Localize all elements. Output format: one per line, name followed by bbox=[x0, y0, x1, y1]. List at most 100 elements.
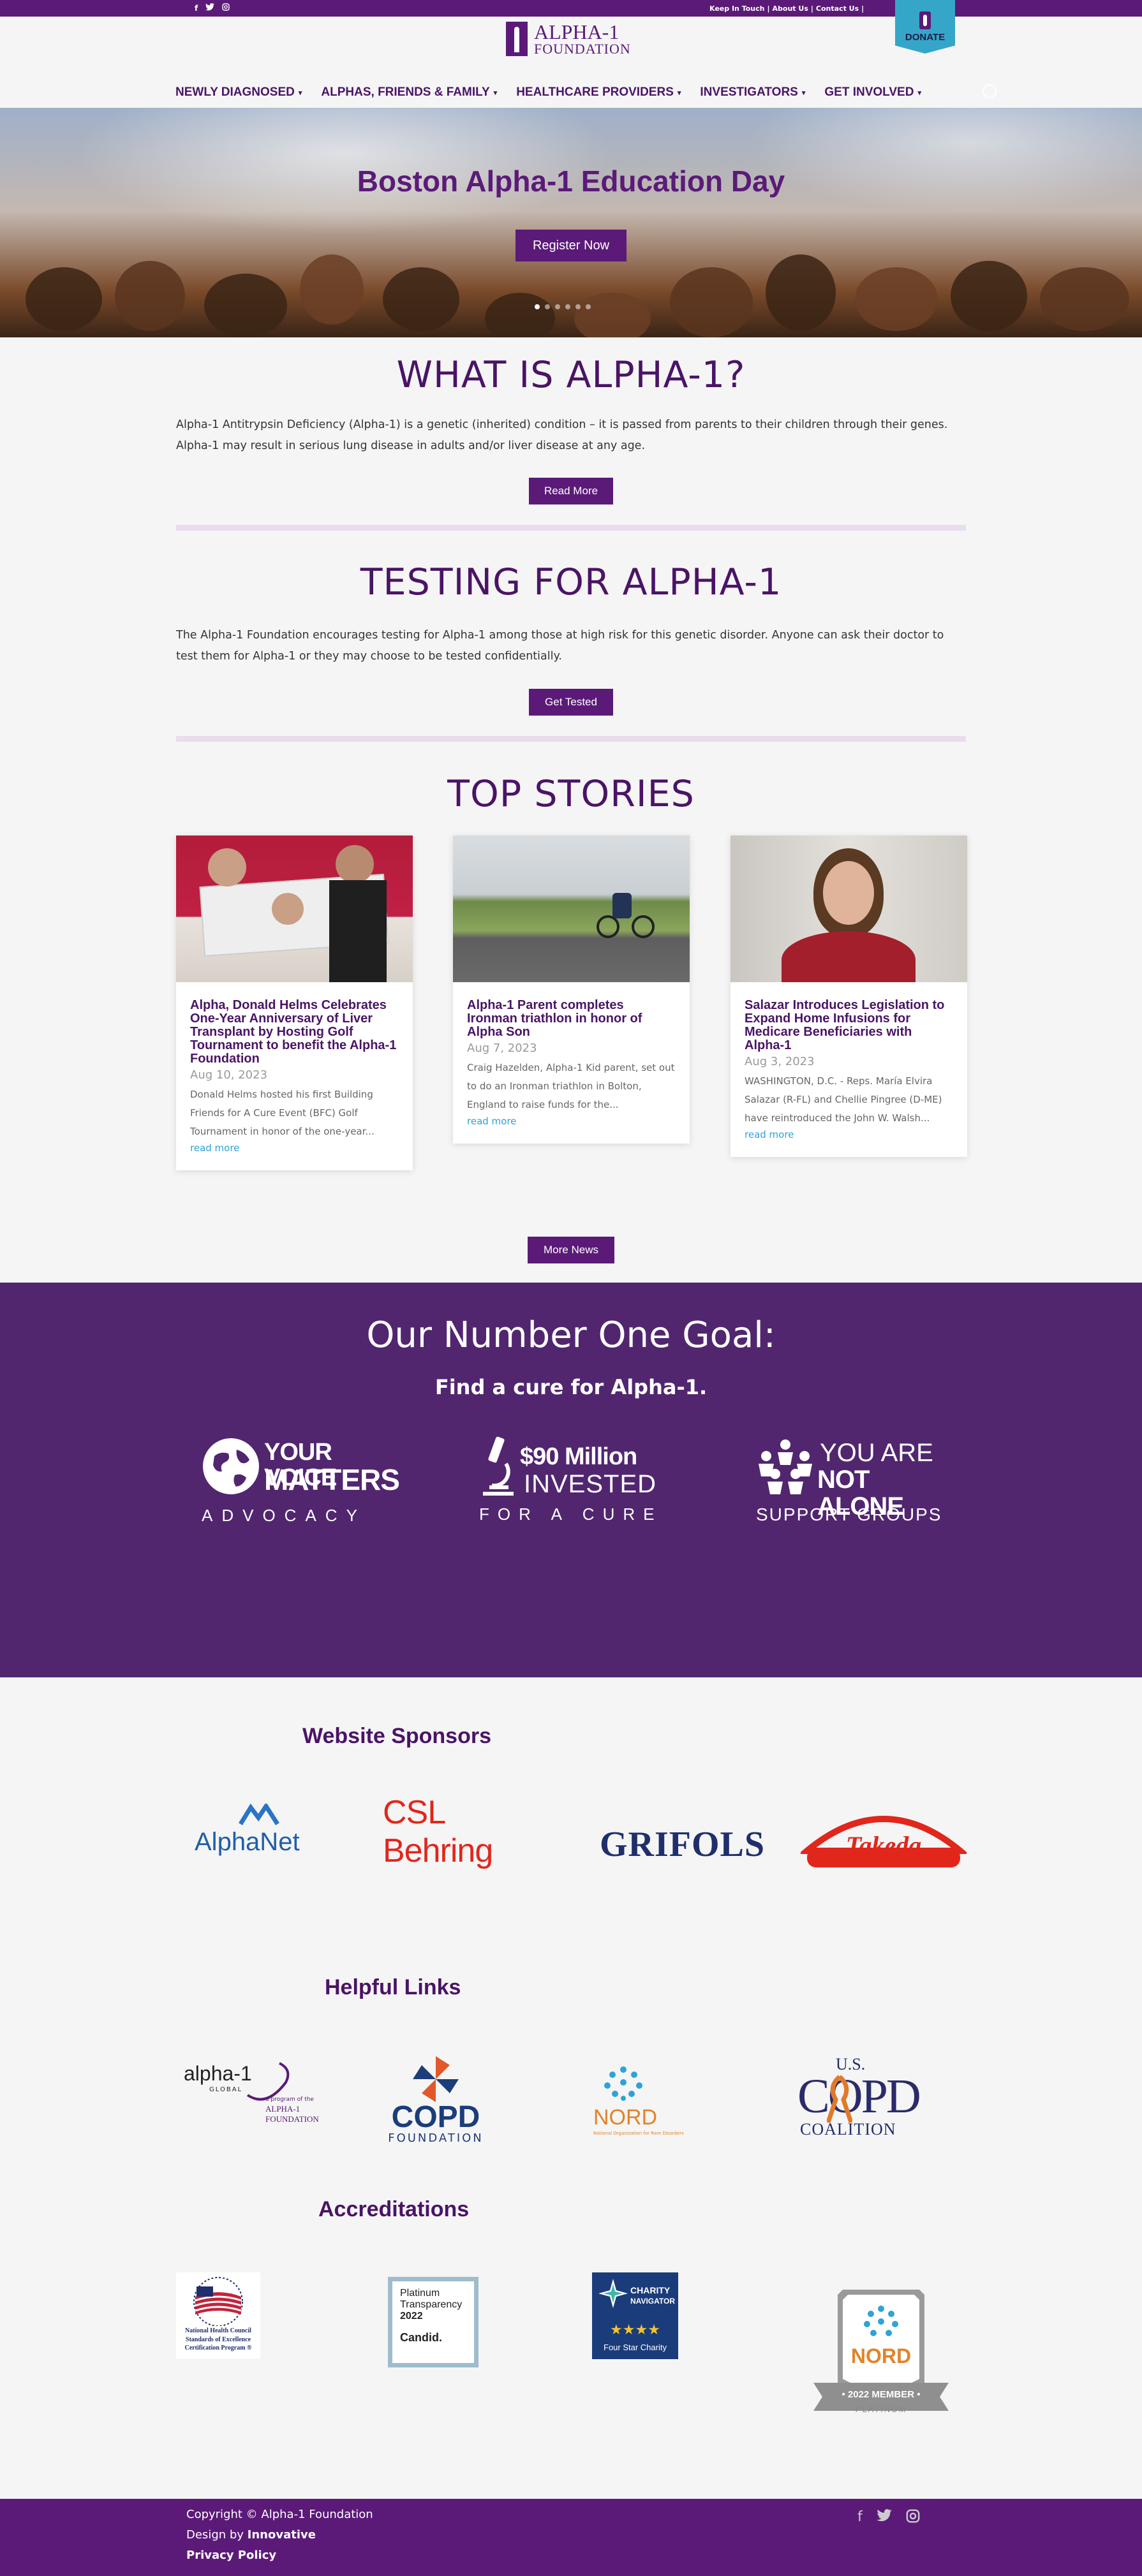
twitter-icon[interactable] bbox=[205, 3, 215, 13]
separator: | bbox=[861, 4, 864, 13]
globe-icon bbox=[203, 1438, 259, 1494]
donate-ribbon-icon bbox=[919, 11, 931, 29]
us-copd-sub: COALITION bbox=[800, 2120, 896, 2138]
advocacy-link[interactable]: YOUR VOICE MATTERS ADVOCACY bbox=[202, 1436, 400, 1531]
nav-alphas-friends-family[interactable]: ALPHAS, FRIENDS & FAMILY ▾ bbox=[321, 85, 497, 99]
support-line1: YOU ARE bbox=[820, 1439, 933, 1467]
charity-line4: Four Star Charity bbox=[604, 2343, 667, 2352]
get-tested-button[interactable]: Get Tested bbox=[529, 689, 613, 716]
alphanet-mark-icon bbox=[239, 1804, 279, 1825]
privacy-policy-link[interactable]: Privacy Policy bbox=[186, 2549, 276, 2562]
read-more-link[interactable]: read more bbox=[190, 1142, 399, 1154]
hero-slider: Boston Alpha-1 Education Day Register No… bbox=[0, 108, 1142, 337]
search-icon[interactable] bbox=[983, 84, 997, 98]
candid-line4: Candid. bbox=[400, 2331, 442, 2344]
nav-get-involved[interactable]: GET INVOLVED ▾ bbox=[824, 85, 921, 99]
story-card[interactable]: Alpha, Donald Helms Celebrates One-Year … bbox=[176, 835, 413, 1170]
register-now-button[interactable]: Register Now bbox=[515, 230, 627, 261]
candid-seal[interactable]: Platinum Transparency 2022 Candid. bbox=[388, 2277, 478, 2367]
goal-subtitle: Find a cure for Alpha-1. bbox=[434, 1375, 708, 1399]
separator: | bbox=[767, 4, 770, 13]
nhc-seal[interactable]: National Health Council Standards of Exc… bbox=[176, 2272, 260, 2359]
nav-healthcare-providers[interactable]: HEALTHCARE PROVIDERS ▾ bbox=[516, 85, 681, 99]
twitter-icon[interactable] bbox=[877, 2509, 892, 2527]
contact-us-link[interactable]: Contact Us bbox=[816, 4, 859, 13]
nhc-line3: Certification Program ® bbox=[184, 2344, 252, 2352]
nav-investigators[interactable]: INVESTIGATORS ▾ bbox=[700, 85, 805, 99]
nord-logo[interactable]: NORD National Organization for Rare Diso… bbox=[593, 2063, 715, 2140]
story-date: Aug 10, 2023 bbox=[190, 1068, 268, 1082]
more-news-button[interactable]: More News bbox=[528, 1237, 614, 1263]
slider-dot[interactable] bbox=[545, 304, 550, 309]
story-title[interactable]: Salazar Introduces Legislation to Expand… bbox=[745, 999, 953, 1052]
csl-behring-logo[interactable]: CSL Behring bbox=[383, 1793, 555, 1869]
support-groups-link[interactable]: YOU ARE NOT ALONE SUPPORT GROUPS bbox=[756, 1436, 947, 1531]
site-header: ALPHA-1 FOUNDATION NEWLY DIAGNOSED ▾ ALPH… bbox=[0, 17, 1142, 108]
facebook-icon[interactable]: f bbox=[857, 2509, 863, 2527]
nhc-line1: National Health Council bbox=[185, 2327, 251, 2334]
testing-text: The Alpha-1 Foundation encourages testin… bbox=[176, 629, 944, 663]
invested-link[interactable]: $90 Million INVESTED FOR A CURE bbox=[478, 1436, 669, 1531]
top-links: Keep In Touch | About Us | Contact Us | bbox=[709, 4, 864, 13]
top-bar: f Keep In Touch | About Us | Contact Us … bbox=[0, 0, 1142, 17]
instagram-icon[interactable] bbox=[906, 2509, 920, 2527]
story-card[interactable]: Alpha-1 Parent completes Ironman triathl… bbox=[453, 835, 690, 1144]
support-line3: SUPPORT GROUPS bbox=[756, 1505, 942, 1524]
design-prefix: Design by bbox=[186, 2528, 248, 2542]
charity-navigator-seal[interactable]: CHARITY NAVIGATOR ★★★★ Four Star Charity bbox=[592, 2272, 678, 2359]
chevron-down-icon: ▾ bbox=[677, 89, 681, 97]
donate-button[interactable]: DONATE bbox=[895, 0, 955, 54]
read-more-button[interactable]: Read More bbox=[529, 478, 613, 504]
story-title[interactable]: Alpha-1 Parent completes Ironman triathl… bbox=[467, 999, 676, 1039]
read-more-link[interactable]: read more bbox=[745, 1129, 953, 1140]
charity-line1: CHARITY bbox=[630, 2285, 671, 2295]
donate-label: DONATE bbox=[905, 31, 945, 43]
flag-seal-icon bbox=[193, 2277, 243, 2326]
logo-text: ALPHA-1 FOUNDATION bbox=[534, 22, 631, 56]
top-social-links: f bbox=[195, 3, 230, 13]
copd-text: COPD bbox=[391, 2100, 480, 2134]
story-card[interactable]: Salazar Introduces Legislation to Expand… bbox=[730, 835, 967, 1157]
instagram-icon[interactable] bbox=[222, 3, 230, 13]
slider-dot[interactable] bbox=[535, 304, 540, 309]
slider-dot[interactable] bbox=[565, 304, 570, 309]
slider-dot[interactable] bbox=[555, 304, 560, 309]
site-logo[interactable]: ALPHA-1 FOUNDATION bbox=[506, 22, 631, 56]
copd-foundation-logo[interactable]: COPD FOUNDATION bbox=[382, 2054, 490, 2146]
alphanet-logo[interactable]: AlphaNet bbox=[195, 1804, 329, 1861]
grifols-logo[interactable]: GRIFOLS bbox=[600, 1824, 764, 1869]
accreditations-title: Accreditations bbox=[318, 2197, 470, 2221]
nord-badge-text: NORD bbox=[850, 2344, 912, 2367]
pinwheel-icon bbox=[413, 2056, 459, 2102]
us-copd-coalition-logo[interactable]: U.S. COPD COALITION bbox=[797, 2055, 921, 2144]
main-nav: NEWLY DIAGNOSED ▾ ALPHAS, FRIENDS & FAMIL… bbox=[175, 85, 921, 99]
site-footer: Copyright © Alpha-1 Foundation Design by… bbox=[0, 2499, 1142, 2576]
keep-in-touch-link[interactable]: Keep In Touch bbox=[709, 4, 765, 13]
alpha1-global-logo[interactable]: alpha-1 GLOBAL a program of the ALPHA-1 … bbox=[184, 2057, 343, 2124]
charity-stars: ★★★★ bbox=[610, 2322, 660, 2338]
facebook-icon[interactable]: f bbox=[195, 3, 198, 13]
nord-badge-member: • 2022 MEMBER • bbox=[842, 2389, 921, 2400]
design-credit: Design by Innovative bbox=[186, 2528, 316, 2542]
chevron-down-icon: ▾ bbox=[298, 89, 302, 97]
what-is-alpha1-text: Alpha-1 Antitrypsin Deficiency (Alpha-1)… bbox=[176, 418, 948, 452]
story-title[interactable]: Alpha, Donald Helms Celebrates One-Year … bbox=[190, 999, 399, 1066]
story-image[interactable] bbox=[730, 835, 967, 982]
nord-dots-icon bbox=[604, 2066, 642, 2101]
separator: | bbox=[810, 4, 813, 13]
takeda-logo[interactable]: Takeda bbox=[798, 1813, 969, 1870]
testing-title: TESTING FOR ALPHA-1 bbox=[360, 561, 782, 603]
slider-dot[interactable] bbox=[575, 304, 581, 309]
design-credit-link[interactable]: Innovative bbox=[248, 2528, 316, 2542]
nav-newly-diagnosed[interactable]: NEWLY DIAGNOSED ▾ bbox=[175, 85, 302, 99]
slider-dot[interactable] bbox=[586, 304, 591, 309]
story-image[interactable] bbox=[453, 835, 690, 982]
nord-member-badge[interactable]: NORD • 2022 MEMBER • PLATINUM bbox=[812, 2287, 950, 2418]
microscope-icon bbox=[483, 1436, 514, 1496]
story-image[interactable] bbox=[176, 835, 413, 982]
read-more-link[interactable]: read more bbox=[467, 1115, 676, 1127]
story-date: Aug 3, 2023 bbox=[745, 1055, 815, 1068]
invested-line1: $90 Million bbox=[520, 1443, 637, 1470]
about-us-link[interactable]: About Us bbox=[773, 4, 808, 13]
copyright-text: Copyright © Alpha-1 Foundation bbox=[186, 2508, 373, 2521]
